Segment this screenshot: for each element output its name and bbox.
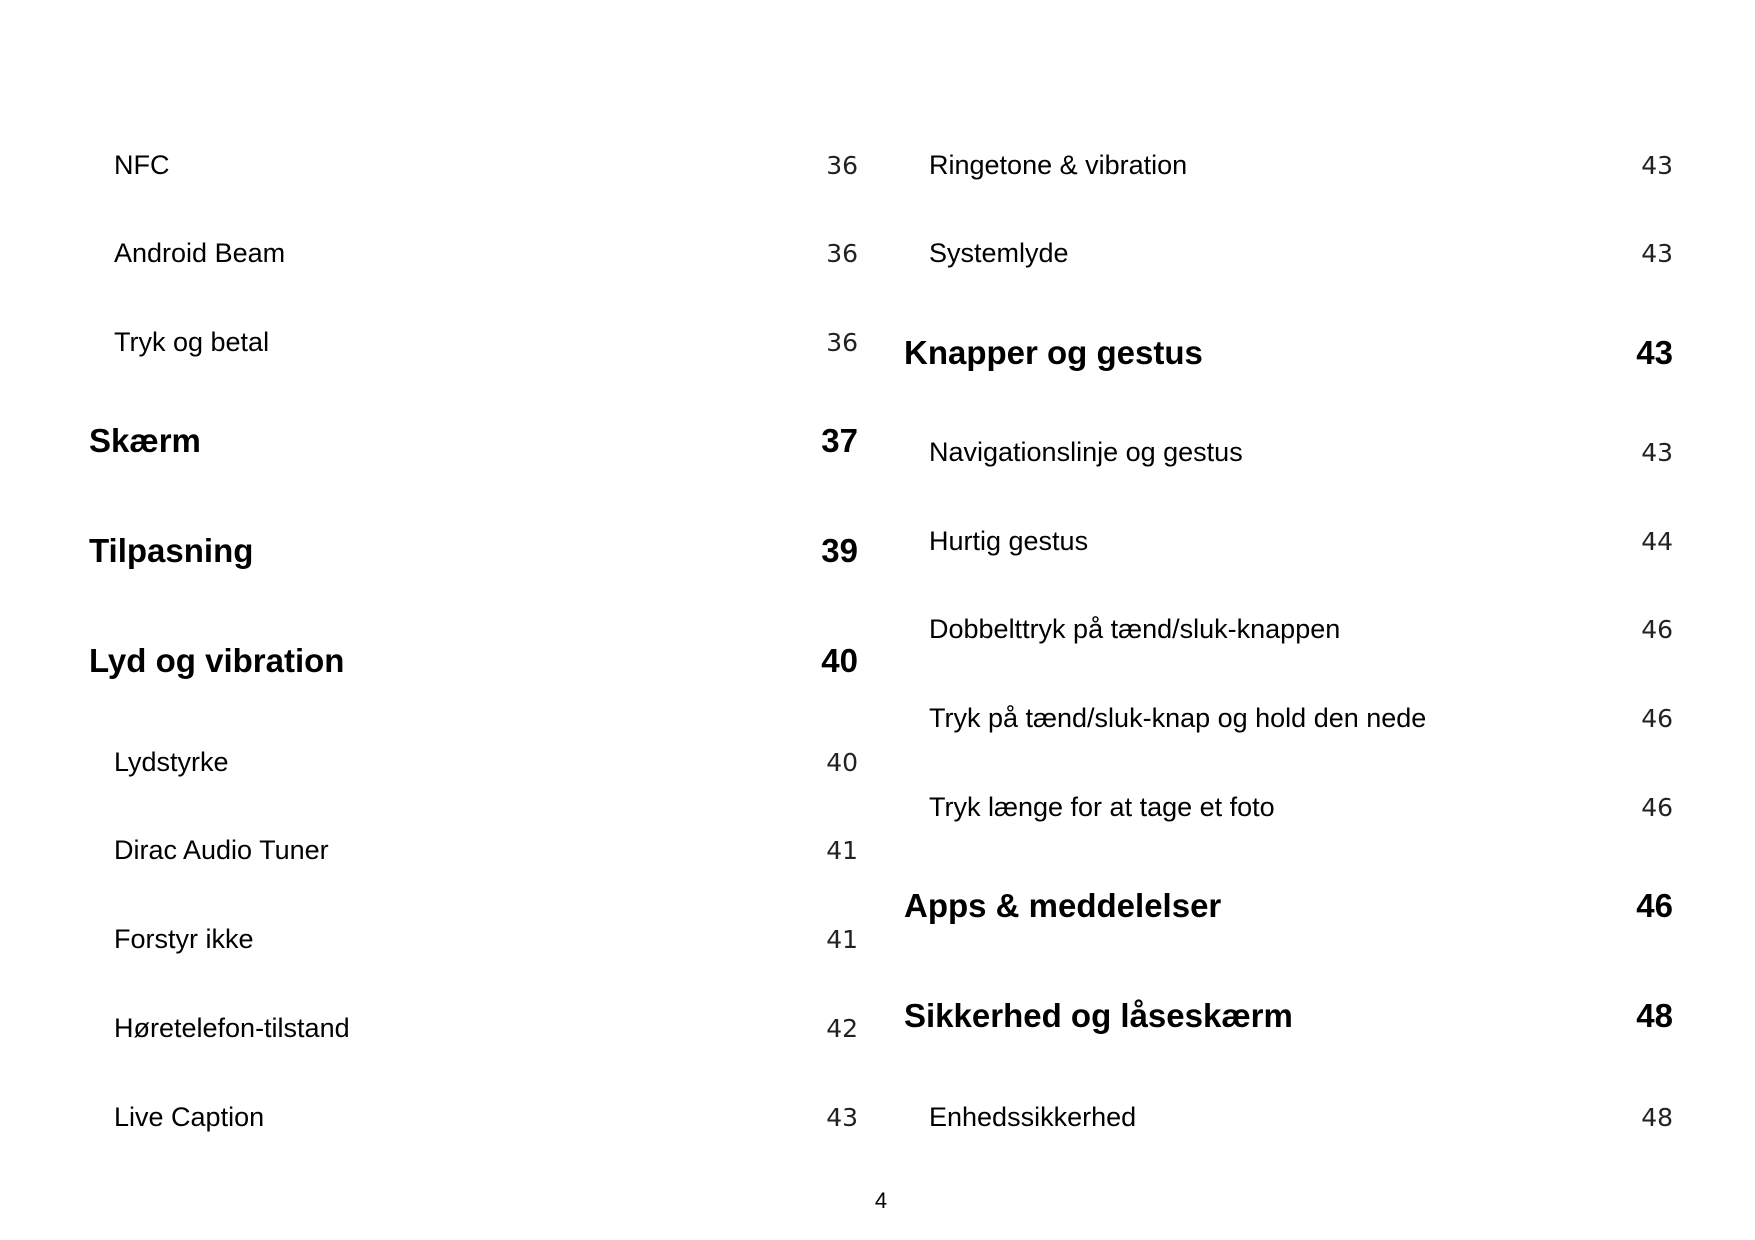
toc-entry-title: Lyd og vibration <box>89 642 345 679</box>
toc-entry-title: Apps & meddelelser <box>904 887 1222 924</box>
toc-entry-page: 40 <box>821 642 858 679</box>
toc-entry-title: Tilpasning <box>89 532 254 569</box>
toc-entry-title: Sikkerhed og låseskærm <box>904 997 1293 1034</box>
toc-subsection-entry[interactable]: Tryk og betal 36 <box>89 322 858 362</box>
toc-subsection-entry[interactable]: Dirac Audio Tuner 41 <box>89 830 858 870</box>
toc-entry-page: 37 <box>821 422 858 459</box>
toc-entry-page: 46 <box>1641 614 1673 644</box>
toc-subsection-entry[interactable]: NFC 36 <box>89 145 858 185</box>
toc-entry-title: Enhedssikkerhed <box>929 1101 1137 1132</box>
toc-subsection-entry[interactable]: Høretelefon-tilstand 42 <box>89 1008 858 1048</box>
toc-entry-title: Tryk og betal <box>114 326 270 357</box>
toc-entry-page: 48 <box>1641 1102 1673 1132</box>
toc-subsection-entry[interactable]: Enhedssikkerhed 48 <box>904 1097 1673 1137</box>
toc-entry-title: Forstyr ikke <box>114 923 254 954</box>
toc-subsection-entry[interactable]: Navigationslinje og gestus 43 <box>904 432 1673 472</box>
toc-subsection-entry[interactable]: Dobbelttryk på tænd/sluk-knappen 46 <box>904 609 1673 649</box>
toc-subsection-entry[interactable]: Lydstyrke 40 <box>89 742 858 782</box>
toc-entry-page: 43 <box>1641 238 1673 268</box>
toc-entry-title: Tryk længe for at tage et foto <box>929 791 1275 822</box>
toc-entry-title: Tryk på tænd/sluk-knap og hold den nede <box>929 702 1427 733</box>
toc-section-entry[interactable]: Lyd og vibration 40 <box>89 641 858 681</box>
toc-section-entry[interactable]: Skærm 37 <box>89 421 858 461</box>
toc-subsection-entry[interactable]: Tryk længe for at tage et foto 46 <box>904 787 1673 827</box>
toc-subsection-entry[interactable]: Forstyr ikke 41 <box>89 919 858 959</box>
toc-entry-title: Høretelefon-tilstand <box>114 1012 350 1043</box>
toc-entry-page: 42 <box>826 1013 858 1043</box>
toc-subsection-entry[interactable]: Ringetone & vibration 43 <box>904 145 1673 185</box>
toc-entry-page: 46 <box>1641 703 1673 733</box>
toc-entry-title: Dobbelttryk på tænd/sluk-knappen <box>929 613 1341 644</box>
toc-entry-page: 36 <box>826 238 858 268</box>
toc-entry-page: 46 <box>1641 792 1673 822</box>
toc-entry-page: 36 <box>826 327 858 357</box>
toc-entry-page: 40 <box>826 747 858 777</box>
toc-section-entry[interactable]: Apps & meddelelser 46 <box>904 886 1673 926</box>
toc-section-entry[interactable]: Sikkerhed og låseskærm 48 <box>904 996 1673 1036</box>
toc-entry-title: Hurtig gestus <box>929 525 1089 556</box>
toc-entry-title: Skærm <box>89 422 201 459</box>
toc-entry-page: 36 <box>826 150 858 180</box>
toc-entry-page: 44 <box>1641 526 1673 556</box>
toc-entry-page: 48 <box>1636 997 1673 1034</box>
page-number: 4 <box>874 1188 888 1213</box>
toc-entry-page: 41 <box>826 924 858 954</box>
toc-entry-page: 41 <box>826 835 858 865</box>
toc-entry-page: 39 <box>821 532 858 569</box>
toc-entry-title: Navigationslinje og gestus <box>929 436 1243 467</box>
toc-entry-title: Ringetone & vibration <box>929 149 1188 180</box>
toc-subsection-entry[interactable]: Live Caption 43 <box>89 1097 858 1137</box>
toc-entry-title: Android Beam <box>114 237 286 268</box>
toc-entry-title: NFC <box>114 149 170 180</box>
toc-section-entry[interactable]: Tilpasning 39 <box>89 531 858 571</box>
toc-subsection-entry[interactable]: Systemlyde 43 <box>904 233 1673 273</box>
toc-section-entry[interactable]: Knapper og gestus 43 <box>904 333 1673 373</box>
toc-entry-page: 46 <box>1636 887 1673 924</box>
toc-entry-page: 43 <box>826 1102 858 1132</box>
toc-subsection-entry[interactable]: Android Beam 36 <box>89 233 858 273</box>
toc-subsection-entry[interactable]: Tryk på tænd/sluk-knap og hold den nede 4… <box>904 698 1673 738</box>
toc-entry-title: Dirac Audio Tuner <box>114 834 329 865</box>
toc-entry-title: Knapper og gestus <box>904 334 1203 371</box>
toc-entry-title: Live Caption <box>114 1101 265 1132</box>
toc-entry-title: Lydstyrke <box>114 746 229 777</box>
toc-entry-page: 43 <box>1636 334 1673 371</box>
toc-entry-page: 43 <box>1641 437 1673 467</box>
toc-subsection-entry[interactable]: Hurtig gestus 44 <box>904 521 1673 561</box>
toc-entry-page: 43 <box>1641 150 1673 180</box>
toc-entry-title: Systemlyde <box>929 237 1069 268</box>
